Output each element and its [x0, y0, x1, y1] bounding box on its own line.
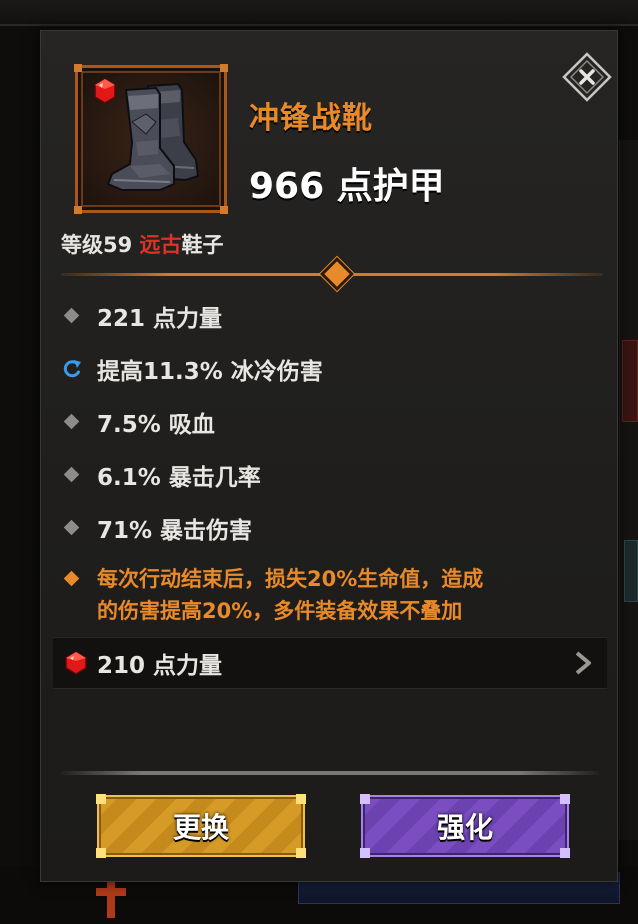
diamond-icon [61, 305, 83, 327]
stat-row: 221 点力量 [61, 299, 222, 333]
chevron-right-icon[interactable] [571, 650, 595, 676]
button-corner [360, 794, 370, 804]
background-right-edge [619, 140, 638, 840]
ruby-gem-icon [94, 78, 116, 104]
orange-diamond-icon [61, 568, 83, 590]
background-cross-icon [96, 878, 126, 918]
button-corner [296, 848, 306, 858]
stat-text: 71% 暴击伤害 [97, 518, 253, 544]
stat-row: 6.1% 暴击几率 [61, 458, 261, 492]
enhance-button[interactable]: 强化 [360, 794, 570, 858]
stat-text: 提高11.3% 冰冷伤害 [97, 359, 323, 385]
background-top-bar [0, 0, 638, 26]
item-tooltip-panel: 冲锋战靴 966 点护甲 等级59 远古鞋子 221 点力量 提高11.3% 冰… [40, 30, 618, 882]
diamond-icon [61, 464, 83, 486]
item-level-rarity-slot: 等级59 远古鞋子 [61, 229, 224, 259]
diamond-icon [61, 517, 83, 539]
legendary-affix-text: 每次行动结束后，损失20%生命值，造成 的伤害提高20%，多件装备效果不叠加 [97, 563, 483, 627]
enhance-button-label: 强化 [436, 811, 493, 844]
button-corner [360, 848, 370, 858]
stat-text: 221 点力量 [97, 306, 223, 332]
stat-row: 71% 暴击伤害 [61, 511, 252, 545]
close-icon [562, 52, 612, 102]
header-divider [61, 257, 603, 291]
ruby-gem-icon [65, 651, 87, 675]
frame-corner [74, 64, 82, 72]
legendary-affix: 每次行动结束后，损失20%生命值，造成 的伤害提高20%，多件装备效果不叠加 [61, 563, 581, 627]
diamond-icon [61, 411, 83, 433]
legendary-affix-line1: 每次行动结束后，损失20%生命值，造成 [97, 567, 484, 591]
background-slot [622, 340, 638, 422]
stat-row: 提高11.3% 冰冷伤害 [61, 352, 323, 386]
swap-button[interactable]: 更换 [96, 794, 306, 858]
swap-button-label: 更换 [172, 811, 229, 844]
frame-corner [74, 206, 82, 214]
item-level: 等级59 [61, 233, 140, 257]
button-corner [296, 794, 306, 804]
item-slot: 鞋子 [181, 233, 224, 257]
frame-corner [220, 206, 228, 214]
button-corner [96, 794, 106, 804]
button-corner [560, 848, 570, 858]
item-rarity: 远古 [139, 233, 182, 257]
stat-row: 7.5% 吸血 [61, 405, 215, 439]
button-corner [96, 848, 106, 858]
button-corner [560, 794, 570, 804]
stat-text: 7.5% 吸血 [97, 412, 215, 438]
divider-diamond-ornament [320, 257, 354, 291]
item-armor-value: 966 点护甲 [249, 166, 445, 207]
item-name: 冲锋战靴 [249, 101, 373, 136]
footer-divider [61, 771, 599, 775]
stat-text: 6.1% 暴击几率 [97, 465, 261, 491]
frame-corner [220, 64, 228, 72]
socket-gem-row[interactable]: 210 点力量 [53, 637, 607, 689]
gem-stat-text: 210 点力量 [97, 653, 223, 679]
background-slot [624, 540, 638, 602]
close-button[interactable] [561, 51, 613, 103]
legendary-affix-line2: 的伤害提高20%，多件装备效果不叠加 [97, 599, 463, 623]
reroll-icon[interactable] [61, 358, 83, 380]
